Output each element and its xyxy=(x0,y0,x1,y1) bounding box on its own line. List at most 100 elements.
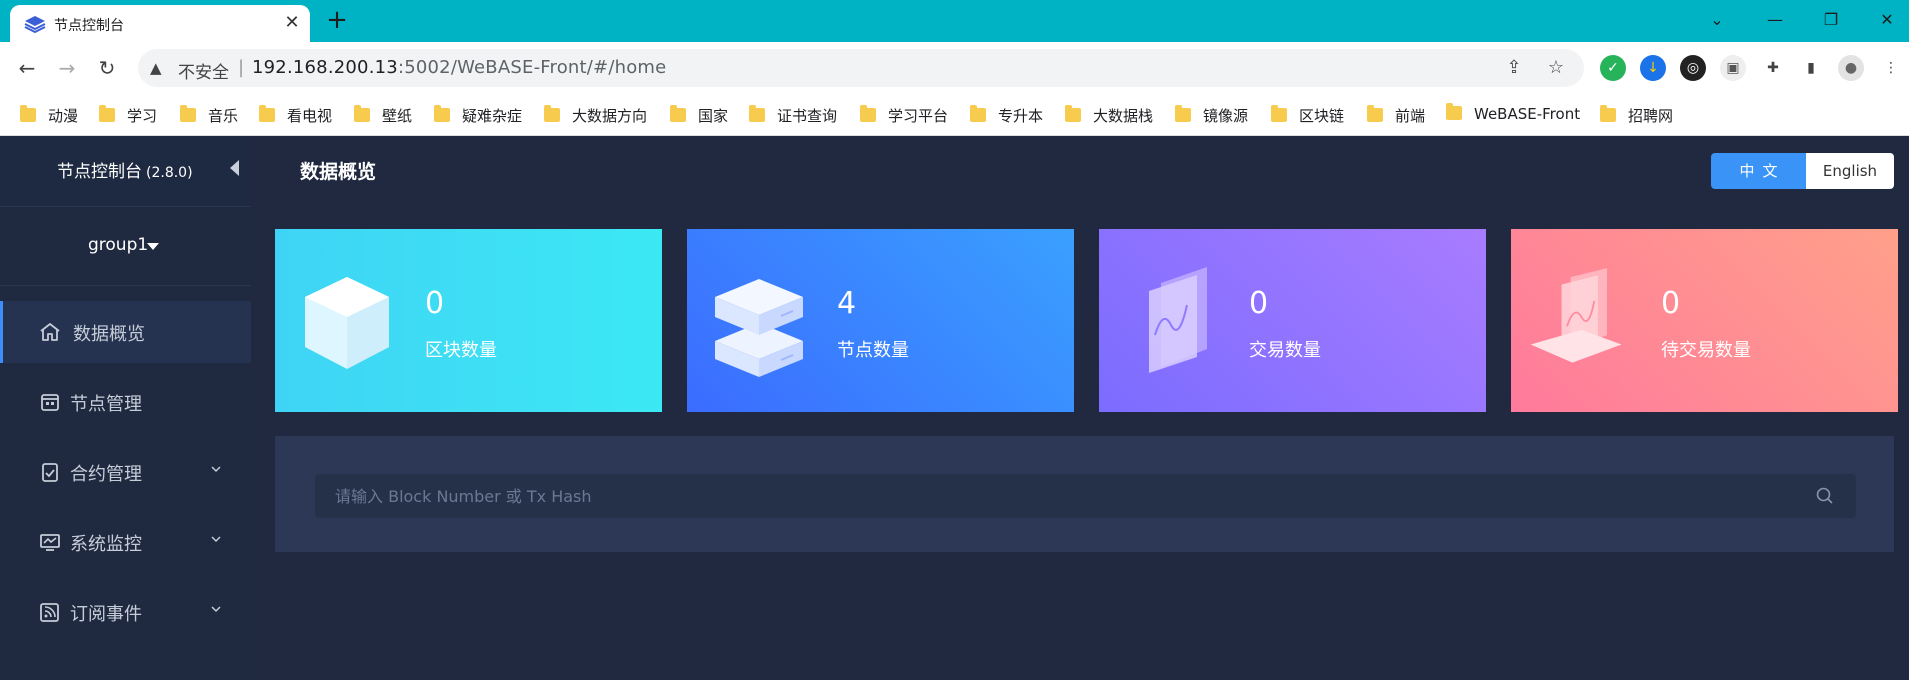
bookmark-item[interactable]: 动漫 xyxy=(20,105,78,125)
chevron-down-icon xyxy=(211,466,221,473)
stat-label: 交易数量 xyxy=(1249,340,1321,361)
bookmarks-bar: 动漫 学习 音乐 看电视 壁纸 疑难杂症 大数据方向 国家 证书查询 学习平台 … xyxy=(0,94,1909,136)
main-content: 数据概览 中文 English 0 区块数量 4 节点数量 0 交易数量 0 待… xyxy=(251,136,1909,680)
bookmark-item[interactable]: 专升本 xyxy=(970,105,1043,125)
bookmark-item[interactable]: 国家 xyxy=(670,105,728,125)
puzzle-icon[interactable]: ✚ xyxy=(1760,55,1786,81)
stat-card-transactions[interactable]: 0 交易数量 xyxy=(1099,229,1486,412)
restore-button[interactable]: ❐ xyxy=(1814,6,1848,34)
sidebar-item-label: 订阅事件 xyxy=(70,604,142,625)
sidebar-item-nodes[interactable]: 节点管理 xyxy=(0,371,251,433)
app-version: (2.8.0) xyxy=(146,165,193,181)
folder-icon xyxy=(670,105,686,122)
folder-icon xyxy=(860,105,876,122)
chevron-down-icon xyxy=(211,536,221,543)
stat-card-nodes[interactable]: 4 节点数量 xyxy=(687,229,1074,412)
tab-title: 节点控制台 xyxy=(54,18,124,34)
sidebar-item-events[interactable]: 订阅事件 xyxy=(0,581,251,643)
search-panel xyxy=(275,436,1894,552)
collapse-sidebar-icon[interactable] xyxy=(230,160,239,176)
bookmark-item[interactable]: 大数据栈 xyxy=(1065,105,1153,125)
bookmark-item[interactable]: WeBASE-Front xyxy=(1446,103,1580,125)
stat-card-blocks[interactable]: 0 区块数量 xyxy=(275,229,662,412)
sidebar-item-label: 节点管理 xyxy=(70,394,142,415)
folder-icon xyxy=(970,105,986,122)
clipboard-check-icon xyxy=(42,463,58,482)
language-switch: 中文 English xyxy=(1711,153,1894,189)
bookmark-item[interactable]: 前端 xyxy=(1367,105,1425,125)
folder-icon xyxy=(1065,105,1081,122)
search-icon[interactable] xyxy=(1815,486,1835,506)
folder-icon xyxy=(1600,105,1616,122)
sidebar-item-label: 数据概览 xyxy=(73,324,145,345)
layers-icon xyxy=(24,16,46,33)
group-selector[interactable]: group1 xyxy=(0,206,251,286)
star-icon[interactable]: ☆ xyxy=(1544,57,1568,79)
bookmark-item[interactable]: 学习平台 xyxy=(860,105,948,125)
app-title: 节点控制台 (2.8.0) xyxy=(57,157,193,182)
bookmark-item[interactable]: 镜像源 xyxy=(1175,105,1248,125)
bookmark-label: 国家 xyxy=(698,107,729,125)
group-label: group1 xyxy=(88,235,149,255)
stat-card-pending[interactable]: 0 待交易数量 xyxy=(1511,229,1898,412)
calendar-icon xyxy=(41,394,59,411)
new-tab-button[interactable]: + xyxy=(322,6,352,36)
folder-icon xyxy=(180,105,196,122)
reload-button[interactable]: ↻ xyxy=(92,54,122,82)
back-button[interactable]: ← xyxy=(12,54,42,82)
folder-icon xyxy=(99,105,115,122)
folder-icon xyxy=(1271,105,1287,122)
profile-avatar-icon[interactable]: ● xyxy=(1838,55,1864,81)
bookmark-item[interactable]: 看电视 xyxy=(259,105,332,125)
bookmark-item[interactable]: 区块链 xyxy=(1271,105,1344,125)
sidebar-item-monitor[interactable]: 系统监控 xyxy=(0,511,251,573)
search-input[interactable] xyxy=(315,474,1815,518)
share-icon[interactable]: ⇪ xyxy=(1502,57,1526,79)
browser-tab[interactable]: 节点控制台 ✕ xyxy=(10,5,310,42)
address-bar[interactable]: ▲ 不安全 | 192.168.200.13:5002/WeBASE-Front… xyxy=(138,49,1584,87)
page-title: 数据概览 xyxy=(300,161,377,183)
bookmark-label: 看电视 xyxy=(287,107,333,125)
folder-icon xyxy=(259,105,275,122)
cube-icon xyxy=(305,277,389,369)
bookmark-item[interactable]: 音乐 xyxy=(180,105,238,125)
bookmark-item[interactable]: 学习 xyxy=(99,105,157,125)
sidebar-item-contracts[interactable]: 合约管理 xyxy=(0,441,251,503)
download-extension-icon[interactable]: ↓ xyxy=(1640,55,1666,81)
bookmark-label: 招聘网 xyxy=(1628,107,1674,125)
address-separator: | xyxy=(238,57,245,78)
forward-button[interactable]: → xyxy=(52,54,82,82)
bookmark-label: 区块链 xyxy=(1299,107,1345,125)
app-root: 节点控制台 (2.8.0) group1 数据概览 节点管理 合约管理 系统监控… xyxy=(0,136,1909,680)
menu-kebab-icon[interactable]: ⋮ xyxy=(1878,55,1904,81)
sidepanel-icon[interactable]: ▮ xyxy=(1798,55,1824,81)
warning-icon[interactable]: ▲ xyxy=(150,59,162,77)
shield-extension-icon[interactable]: ✓ xyxy=(1600,55,1626,81)
close-tab-icon[interactable]: ✕ xyxy=(280,11,304,35)
sidebar-header: 节点控制台 (2.8.0) xyxy=(0,136,251,206)
sidebar-item-overview[interactable]: 数据概览 xyxy=(0,301,251,363)
stat-label: 节点数量 xyxy=(837,340,909,361)
tab-search-chevron-icon[interactable]: ⌄ xyxy=(1700,6,1734,34)
browser-tab-strip: 节点控制台 ✕ + ⌄ — ❐ ✕ xyxy=(0,0,1909,42)
bookmark-item[interactable]: 证书查询 xyxy=(749,105,837,125)
lang-zh-button[interactable]: 中文 xyxy=(1711,153,1806,189)
bookmark-label: 动漫 xyxy=(48,107,79,125)
stat-value: 0 xyxy=(1661,286,1681,321)
tampermonkey-extension-icon[interactable]: ▣ xyxy=(1720,55,1746,81)
lang-en-button[interactable]: English xyxy=(1806,153,1894,189)
home-icon xyxy=(40,323,60,341)
close-window-button[interactable]: ✕ xyxy=(1870,6,1904,34)
bookmark-item[interactable]: 招聘网 xyxy=(1600,105,1673,125)
circle-extension-icon[interactable]: ◎ xyxy=(1680,55,1706,81)
bookmark-label: 音乐 xyxy=(208,107,239,125)
bookmark-item[interactable]: 大数据方向 xyxy=(544,105,647,125)
bookmark-label: 大数据方向 xyxy=(572,107,648,125)
bookmark-label: 学习平台 xyxy=(888,107,949,125)
url-text[interactable]: 192.168.200.13:5002/WeBASE-Front/#/home xyxy=(252,57,666,78)
bookmark-item[interactable]: 壁纸 xyxy=(354,105,412,125)
bookmark-item[interactable]: 疑难杂症 xyxy=(434,105,522,125)
minimize-button[interactable]: — xyxy=(1758,6,1792,34)
folder-icon xyxy=(434,105,450,122)
bookmark-label: 疑难杂症 xyxy=(462,107,523,125)
